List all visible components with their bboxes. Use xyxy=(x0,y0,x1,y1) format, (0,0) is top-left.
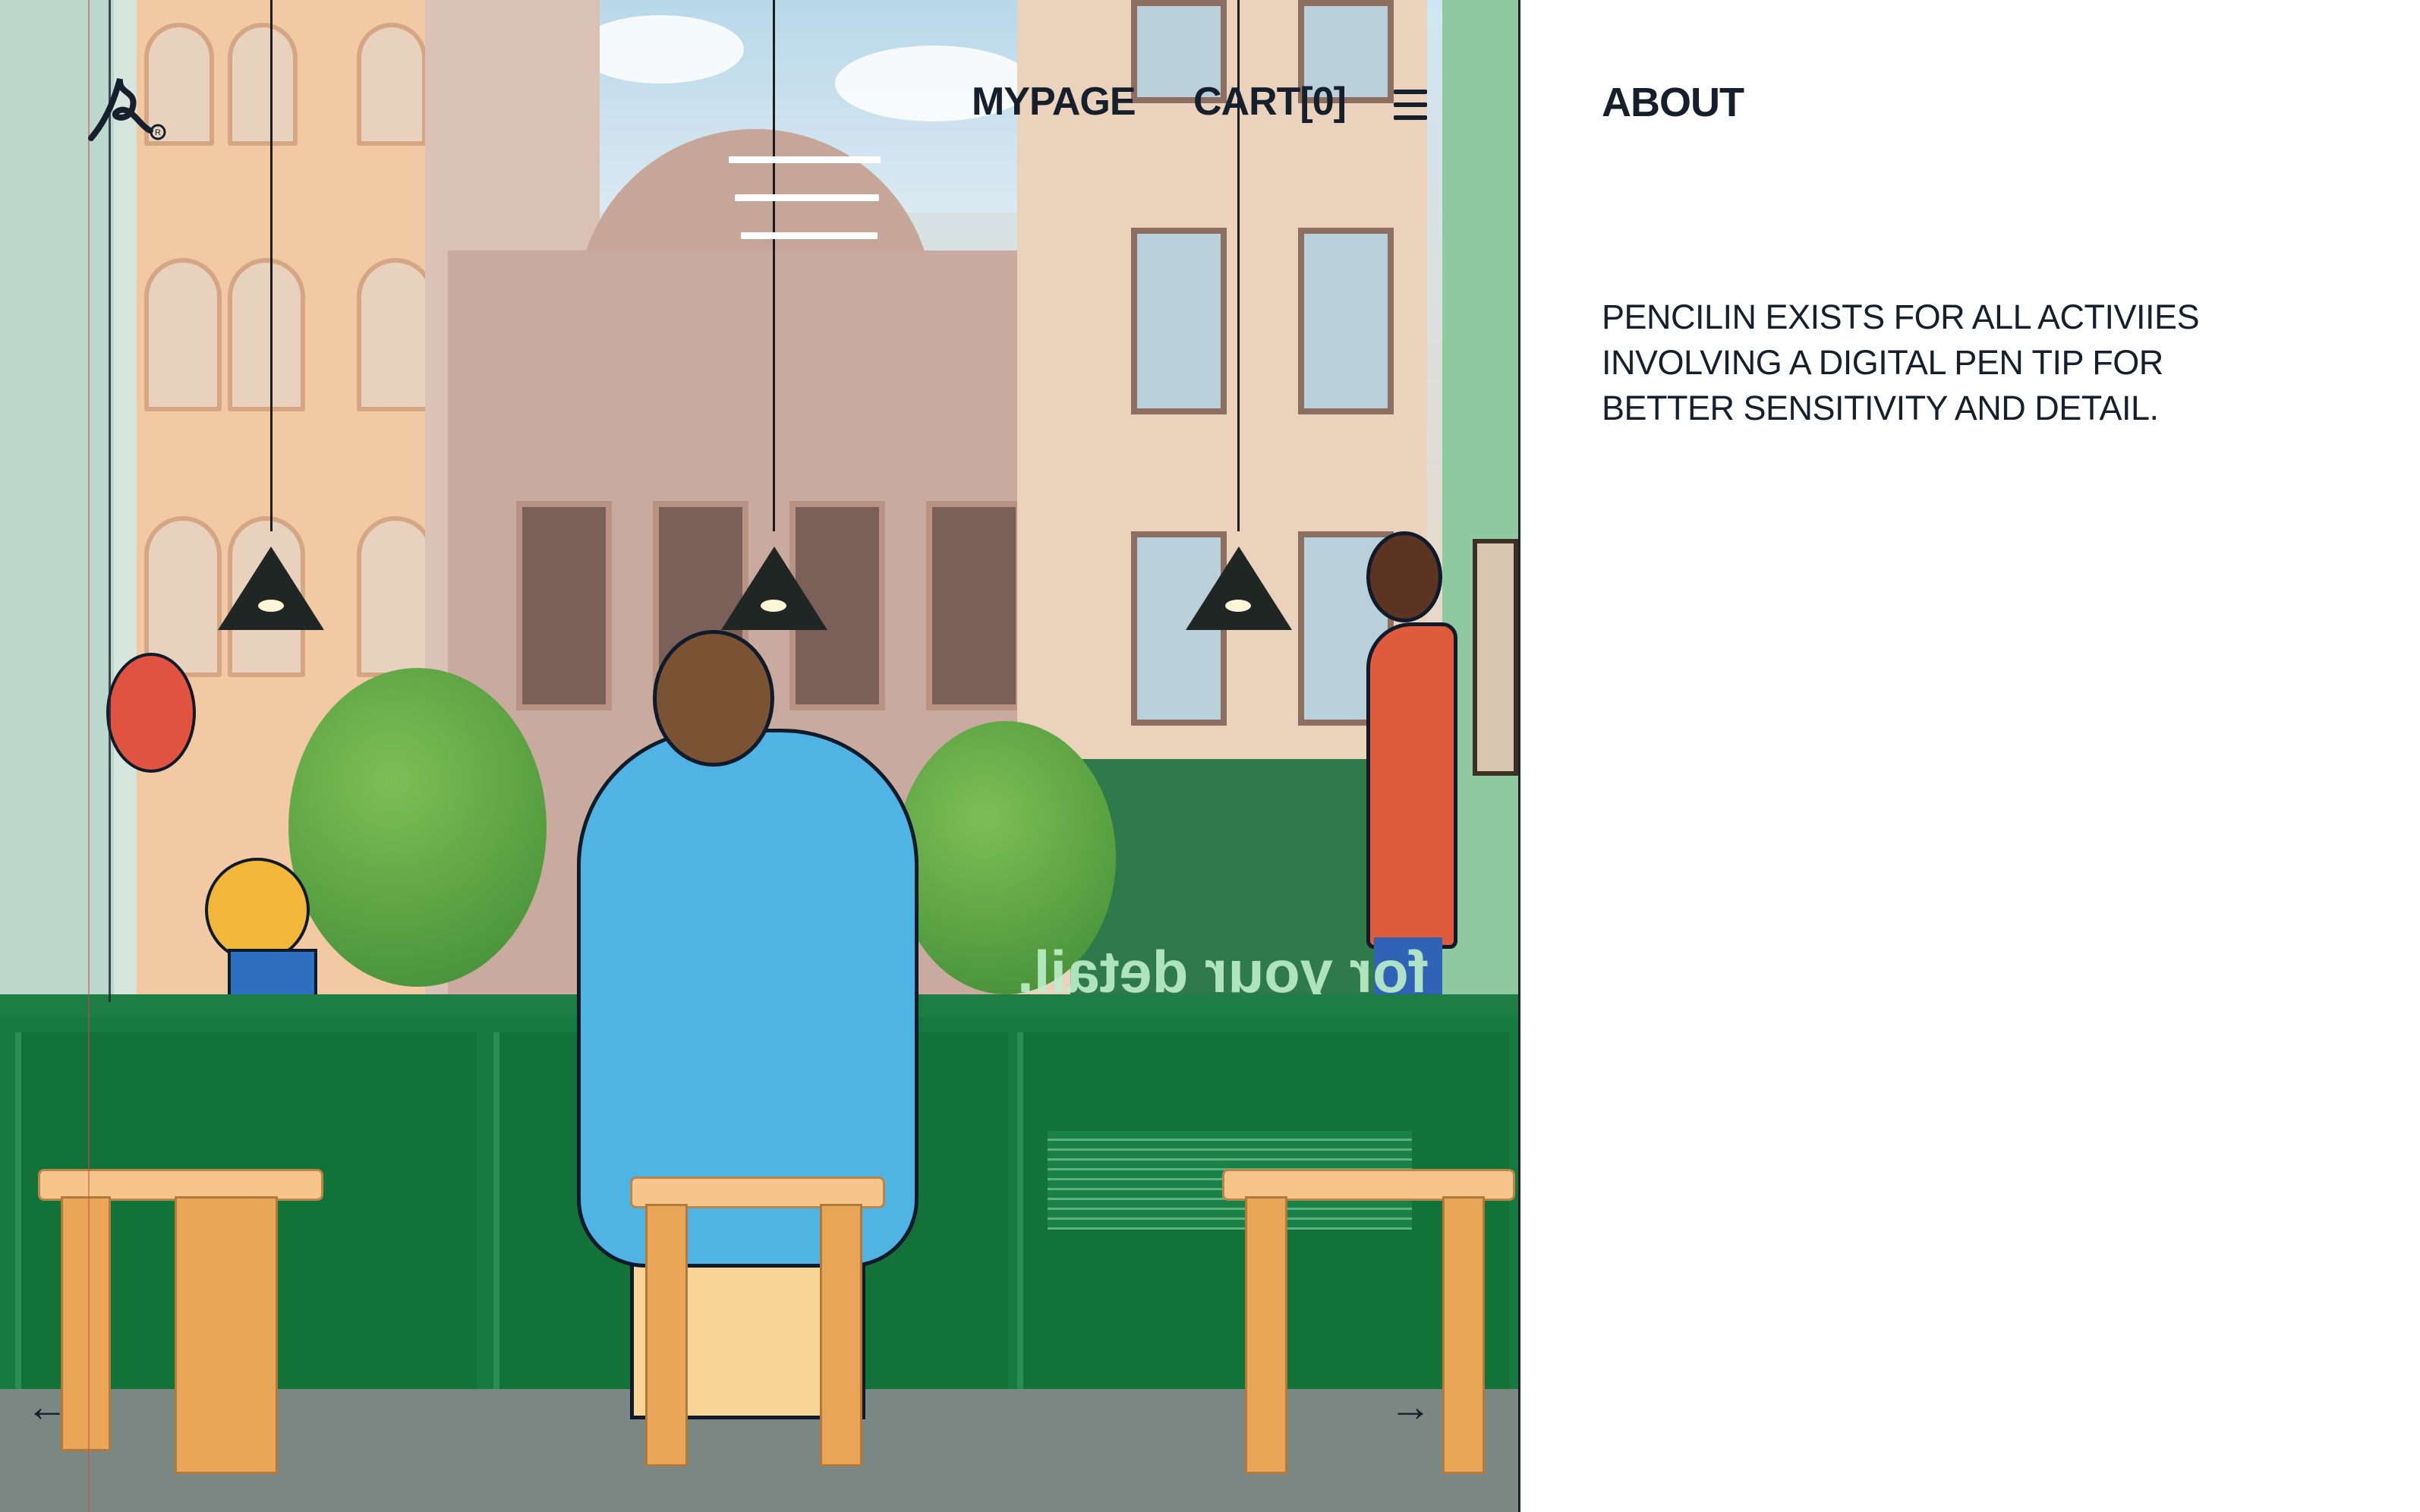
building-window xyxy=(144,258,222,411)
guide-line xyxy=(88,0,90,1512)
tree xyxy=(288,668,547,987)
stool-leg xyxy=(820,1204,862,1466)
lamp-bulb xyxy=(761,600,786,612)
hamburger-menu-icon[interactable] xyxy=(1394,90,1427,120)
slide-indicator-bars xyxy=(729,152,888,243)
man-drinking-figure xyxy=(1366,622,1457,949)
stool-leg xyxy=(645,1204,688,1466)
arrow-left-icon[interactable]: ← xyxy=(26,1381,68,1431)
building-window xyxy=(357,258,434,411)
pencilin-logo-icon[interactable]: R xyxy=(85,73,169,143)
seated-man-head xyxy=(653,630,774,767)
nav-cart-link[interactable]: CART[0] xyxy=(1193,79,1347,124)
building-window xyxy=(1298,228,1394,414)
window-frame-line xyxy=(109,0,111,1002)
arrow-right-icon[interactable]: → xyxy=(1389,1381,1432,1431)
stool-leg xyxy=(1245,1196,1287,1474)
lamp-cord xyxy=(270,0,273,531)
cloud xyxy=(577,15,744,83)
building-window xyxy=(357,23,427,146)
building-window xyxy=(357,516,434,677)
man-drinking-head xyxy=(1366,531,1442,622)
stool-leg xyxy=(1442,1196,1485,1474)
svg-text:R: R xyxy=(155,128,161,137)
pendant-lamp xyxy=(721,547,827,630)
nav-mypage-link[interactable]: MYPAGE xyxy=(972,79,1136,124)
building-window xyxy=(926,501,1022,710)
lamp-bulb xyxy=(1225,600,1251,612)
child-figure xyxy=(205,858,310,962)
building-window xyxy=(228,258,305,411)
building-window xyxy=(1131,228,1227,414)
cafe-wall-edge xyxy=(114,0,137,1002)
about-description: PENCILIN EXISTS FOR ALL ACTIVIIES INVOLV… xyxy=(1602,298,2200,427)
building-window xyxy=(228,23,298,146)
stool-leg xyxy=(175,1196,278,1474)
child-body xyxy=(228,949,317,1000)
about-heading: ABOUT xyxy=(1602,80,1744,125)
pendant-lamp xyxy=(1186,547,1292,630)
wall-picture-frame xyxy=(1473,539,1518,776)
lamp-cord xyxy=(773,0,775,531)
lamp-bulb xyxy=(258,600,284,612)
red-balloon xyxy=(106,653,196,773)
pendant-lamp xyxy=(218,547,324,630)
cafe-wall-left xyxy=(0,0,114,1002)
building-window xyxy=(516,501,612,710)
